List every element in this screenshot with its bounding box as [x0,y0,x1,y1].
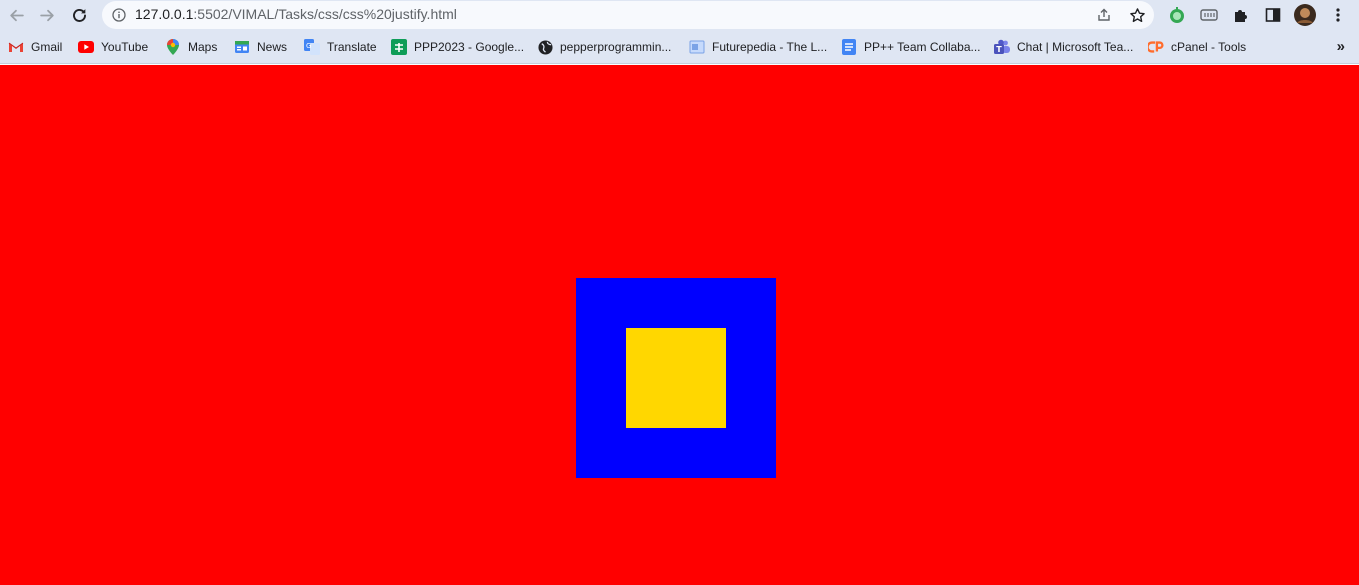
profile-avatar[interactable] [1293,3,1317,27]
bookmarks-bar: Gmail YouTube Maps News G Translate PPP2… [0,31,1359,64]
docs-icon [841,39,857,55]
back-button[interactable] [4,4,28,26]
address-bar[interactable]: 127.0.0.1:5502/VIMAL/Tasks/css/css%20jus… [102,1,1154,29]
reload-icon [72,8,86,22]
bookmark-label: Futurepedia - The L... [712,40,828,54]
svg-text:T: T [996,45,1002,54]
bookmark-youtube[interactable]: YouTube [78,38,148,56]
maps-icon [165,39,181,55]
url-host: 127.0.0.1 [135,6,194,22]
browser-toolbar: 127.0.0.1:5502/VIMAL/Tasks/css/css%20jus… [0,0,1359,31]
bookmark-maps[interactable]: Maps [165,38,217,56]
gmail-icon [8,39,24,55]
site-info-icon[interactable] [111,7,127,23]
bookmark-ppp2023[interactable]: PPP2023 - Google... [391,38,524,56]
bookmark-label: Maps [188,40,218,54]
bookmark-label: Gmail [31,40,63,54]
url-text[interactable]: 127.0.0.1:5502/VIMAL/Tasks/css/css%20jus… [135,6,457,22]
forward-button[interactable] [35,4,59,26]
cpanel-icon [1148,39,1164,55]
bookmark-label: Translate [327,40,377,54]
extensions-puzzle-icon[interactable] [1231,5,1251,25]
memory-extension-icon[interactable] [1199,5,1219,25]
bookmark-futurepedia[interactable]: Futurepedia - The L... [689,38,827,56]
forward-arrow-icon [39,9,54,21]
reload-button[interactable] [67,4,91,26]
globe-icon [537,39,553,55]
side-panel-icon[interactable] [1263,5,1283,25]
bookmark-label: PPP2023 - Google... [414,40,525,54]
news-icon [234,39,250,55]
share-icon[interactable] [1095,6,1113,24]
bookmark-news[interactable]: News [234,38,287,56]
more-bookmarks-button[interactable]: » [1337,38,1345,55]
bookmark-cpanel[interactable]: cPanel - Tools [1148,38,1246,56]
futurepedia-icon [689,39,705,55]
bookmark-label: cPanel - Tools [1171,40,1247,54]
svg-text:G: G [306,42,311,50]
bookmark-label: YouTube [101,40,149,54]
bookmark-translate[interactable]: G Translate [304,38,377,56]
blue-container-box [576,278,776,478]
teams-icon: T [994,39,1010,55]
back-arrow-icon [9,9,24,21]
translate-icon: G [304,39,320,55]
bookmark-label: News [257,40,288,54]
yellow-inner-box [626,328,726,428]
bookmark-gmail[interactable]: Gmail [8,38,62,56]
bookmark-pp-team[interactable]: PP++ Team Collaba... [841,38,981,56]
bookmark-label: Chat | Microsoft Tea... [1017,40,1134,54]
browser-menu-icon[interactable] [1328,5,1348,25]
bookmark-label: PP++ Team Collaba... [864,40,981,54]
green-extension-icon[interactable] [1167,5,1187,25]
bookmark-star-icon[interactable] [1128,6,1146,24]
bookmark-teams-chat[interactable]: T Chat | Microsoft Tea... [994,38,1133,56]
bookmark-label: pepperprogrammin... [560,40,672,54]
sheets-icon [391,39,407,55]
url-path: :5502/VIMAL/Tasks/css/css%20justify.html [193,6,457,22]
page-viewport [0,65,1359,585]
bookmark-pepperprogramming[interactable]: pepperprogrammin... [537,38,671,56]
youtube-icon [78,39,94,55]
